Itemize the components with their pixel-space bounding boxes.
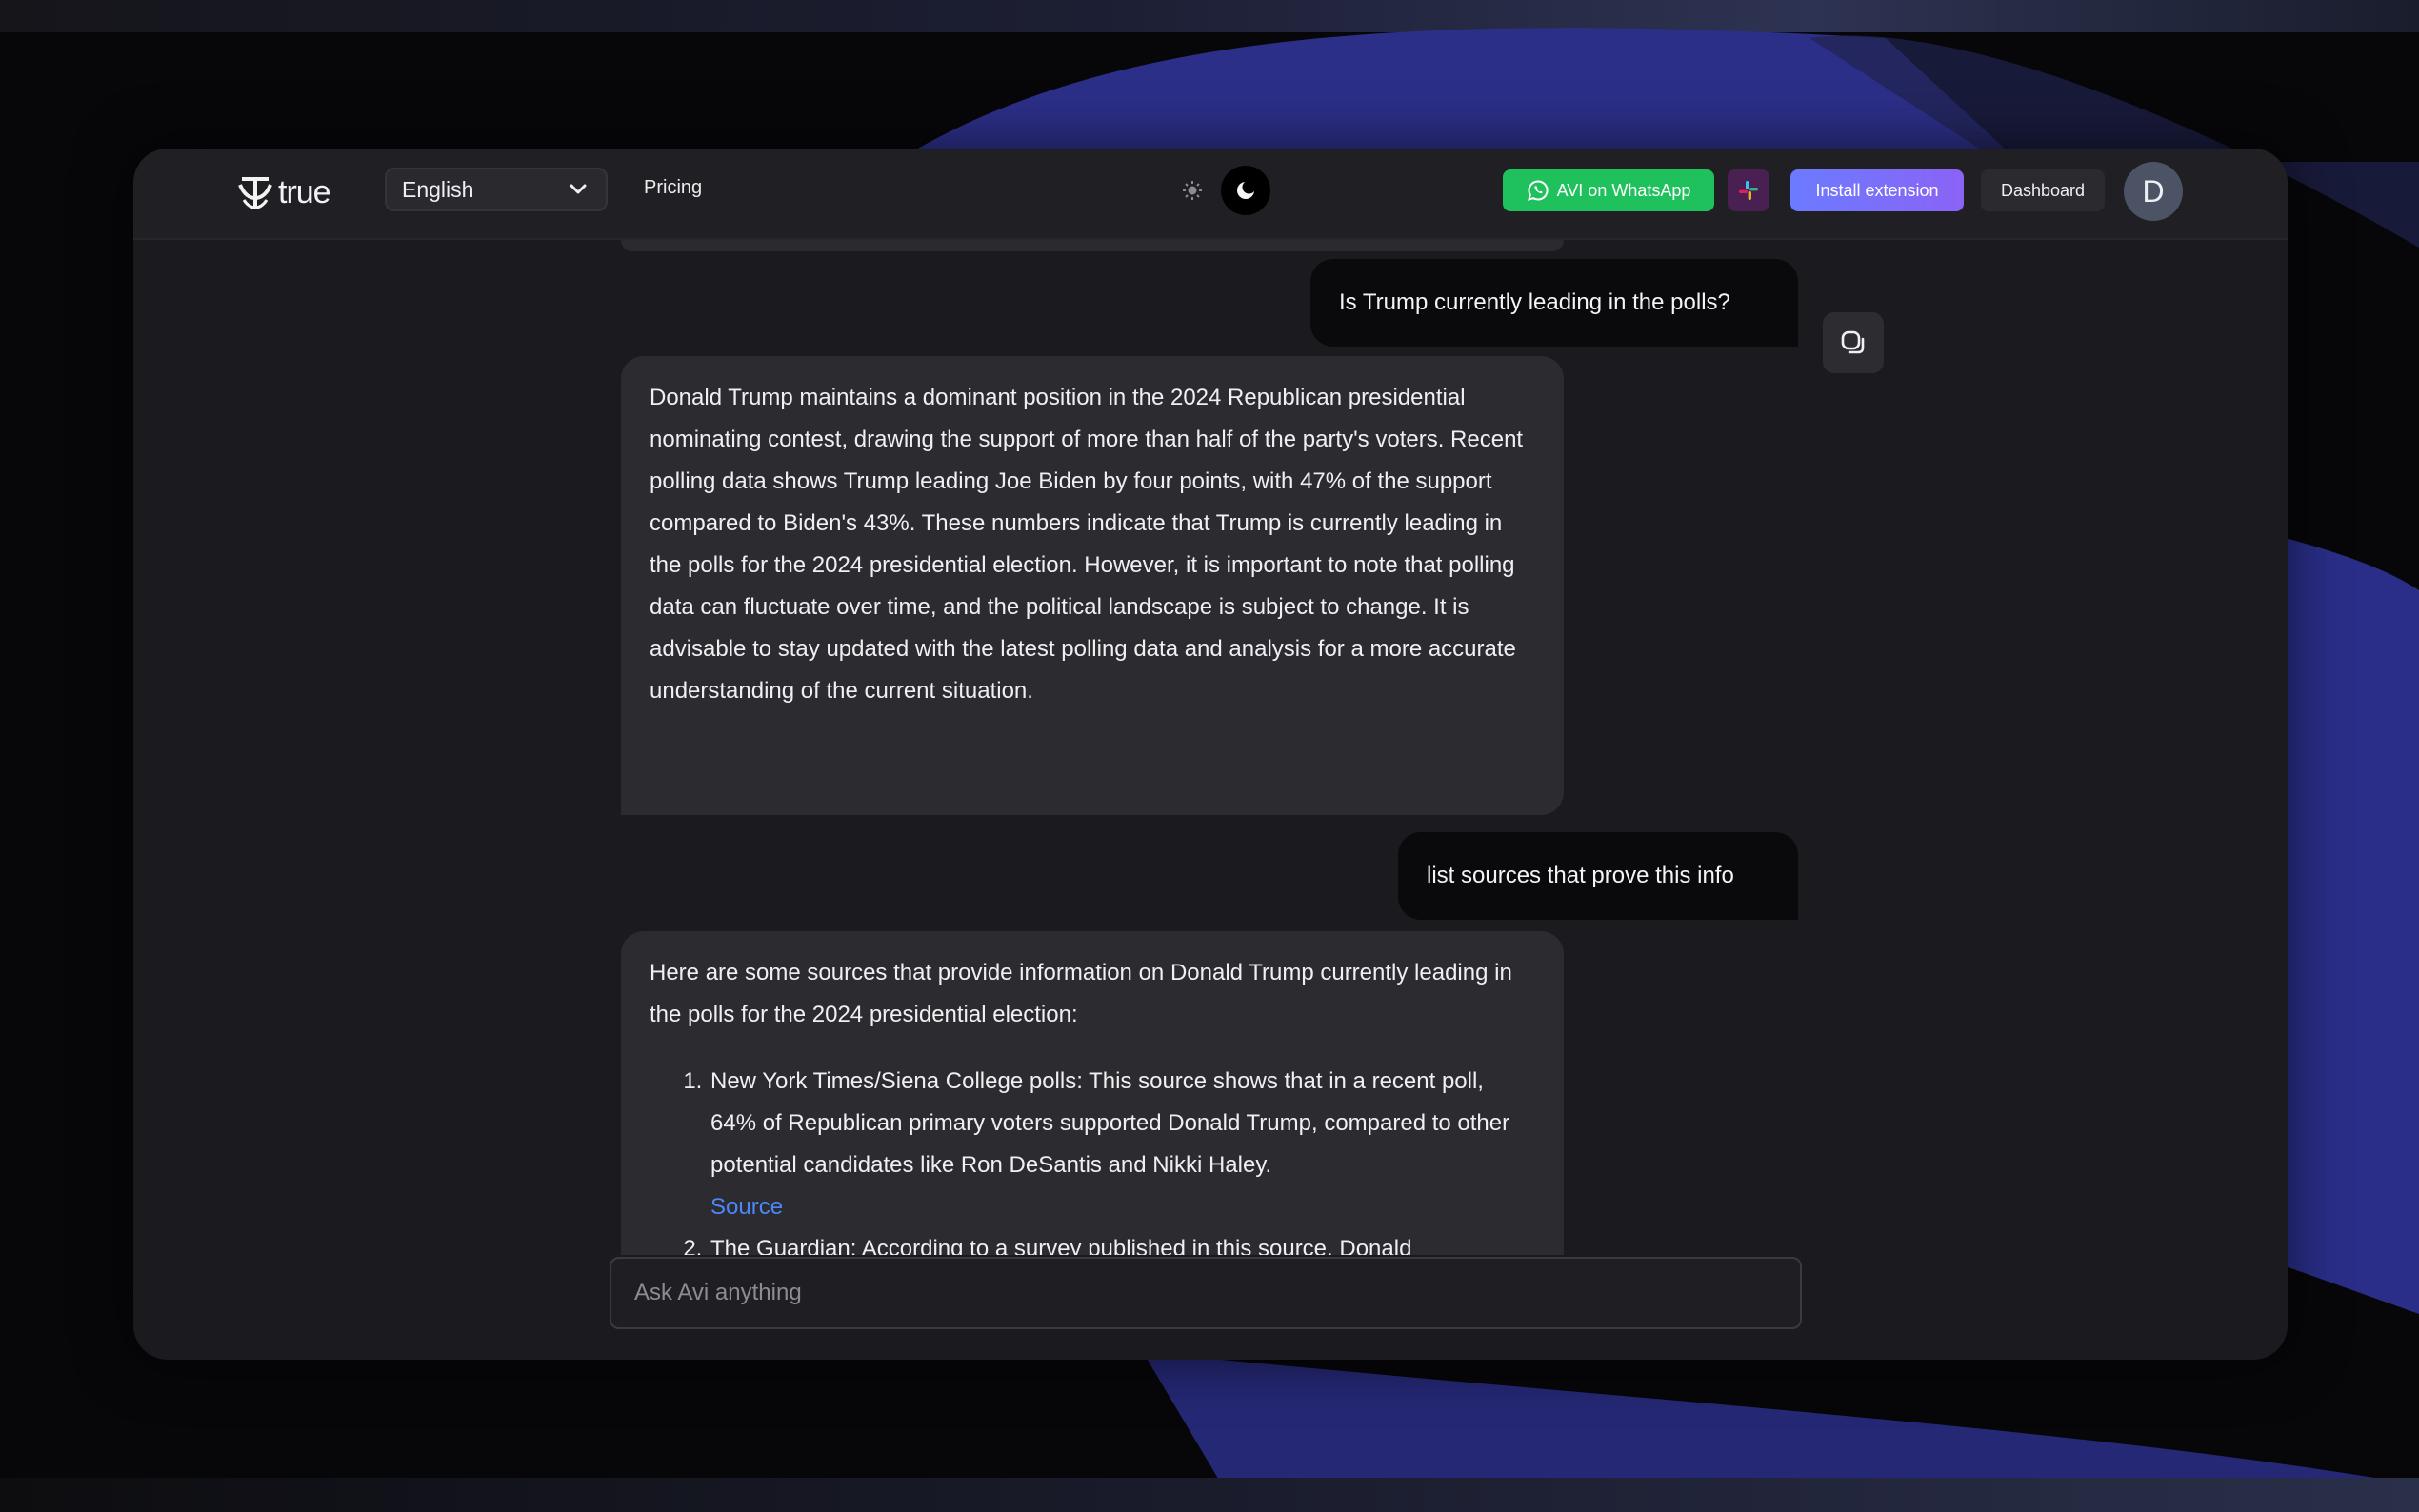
copy-icon [1841,330,1865,354]
slack-button[interactable] [1728,169,1769,211]
language-value: English [402,176,474,202]
source-text: The Guardian: According to a survey publ… [710,1236,1412,1255]
whatsapp-button[interactable]: AVI on WhatsApp [1503,169,1714,211]
logo[interactable]: true [236,168,331,217]
sources-list: New York Times/Siena College polls: This… [650,1061,1535,1255]
user-message: list sources that prove this info [1398,832,1798,920]
copy-button[interactable] [1823,312,1884,373]
dashboard-button[interactable]: Dashboard [1981,169,2105,211]
moon-icon[interactable] [1221,166,1270,215]
user-message: Is Trump currently leading in the polls? [1310,259,1798,347]
ai-response-intro: Here are some sources that provide infor… [650,960,1512,1027]
language-select[interactable]: English [385,168,608,211]
logo-text: true [278,173,331,210]
desktop-bottom-strip [0,1478,2419,1512]
navbar: true English Pricing AVI on WhatsApp Ins… [133,149,2288,240]
avatar[interactable]: D [2124,162,2183,221]
chevron-down-icon [570,184,587,194]
chat-input-bar[interactable] [610,1257,1802,1329]
pricing-link[interactable]: Pricing [644,177,702,199]
source-link[interactable]: Source [710,1194,783,1220]
dashboard-label: Dashboard [2000,180,2086,200]
ai-response: Here are some sources that provide infor… [621,931,1564,1255]
previous-message-edge [621,240,1564,251]
source-item: New York Times/Siena College polls: This… [709,1061,1535,1228]
chat-area: Is Trump currently leading in the polls?… [133,240,2288,1360]
source-text: New York Times/Siena College polls: This… [710,1068,1510,1178]
slack-icon [1739,181,1758,200]
theme-toggle[interactable] [1171,166,1284,215]
true-logo-icon [238,177,272,209]
install-extension-button[interactable]: Install extension [1790,169,1964,211]
install-extension-label: Install extension [1815,180,1939,200]
source-item: The Guardian: According to a survey publ… [709,1228,1535,1255]
app-window: true English Pricing AVI on WhatsApp Ins… [133,149,2288,1360]
whatsapp-label: AVI on WhatsApp [1556,180,1691,200]
ai-response: Donald Trump maintains a dominant positi… [621,356,1564,815]
sun-icon[interactable] [1171,169,1213,211]
chat-input[interactable] [632,1279,1779,1307]
whatsapp-icon [1527,180,1549,201]
